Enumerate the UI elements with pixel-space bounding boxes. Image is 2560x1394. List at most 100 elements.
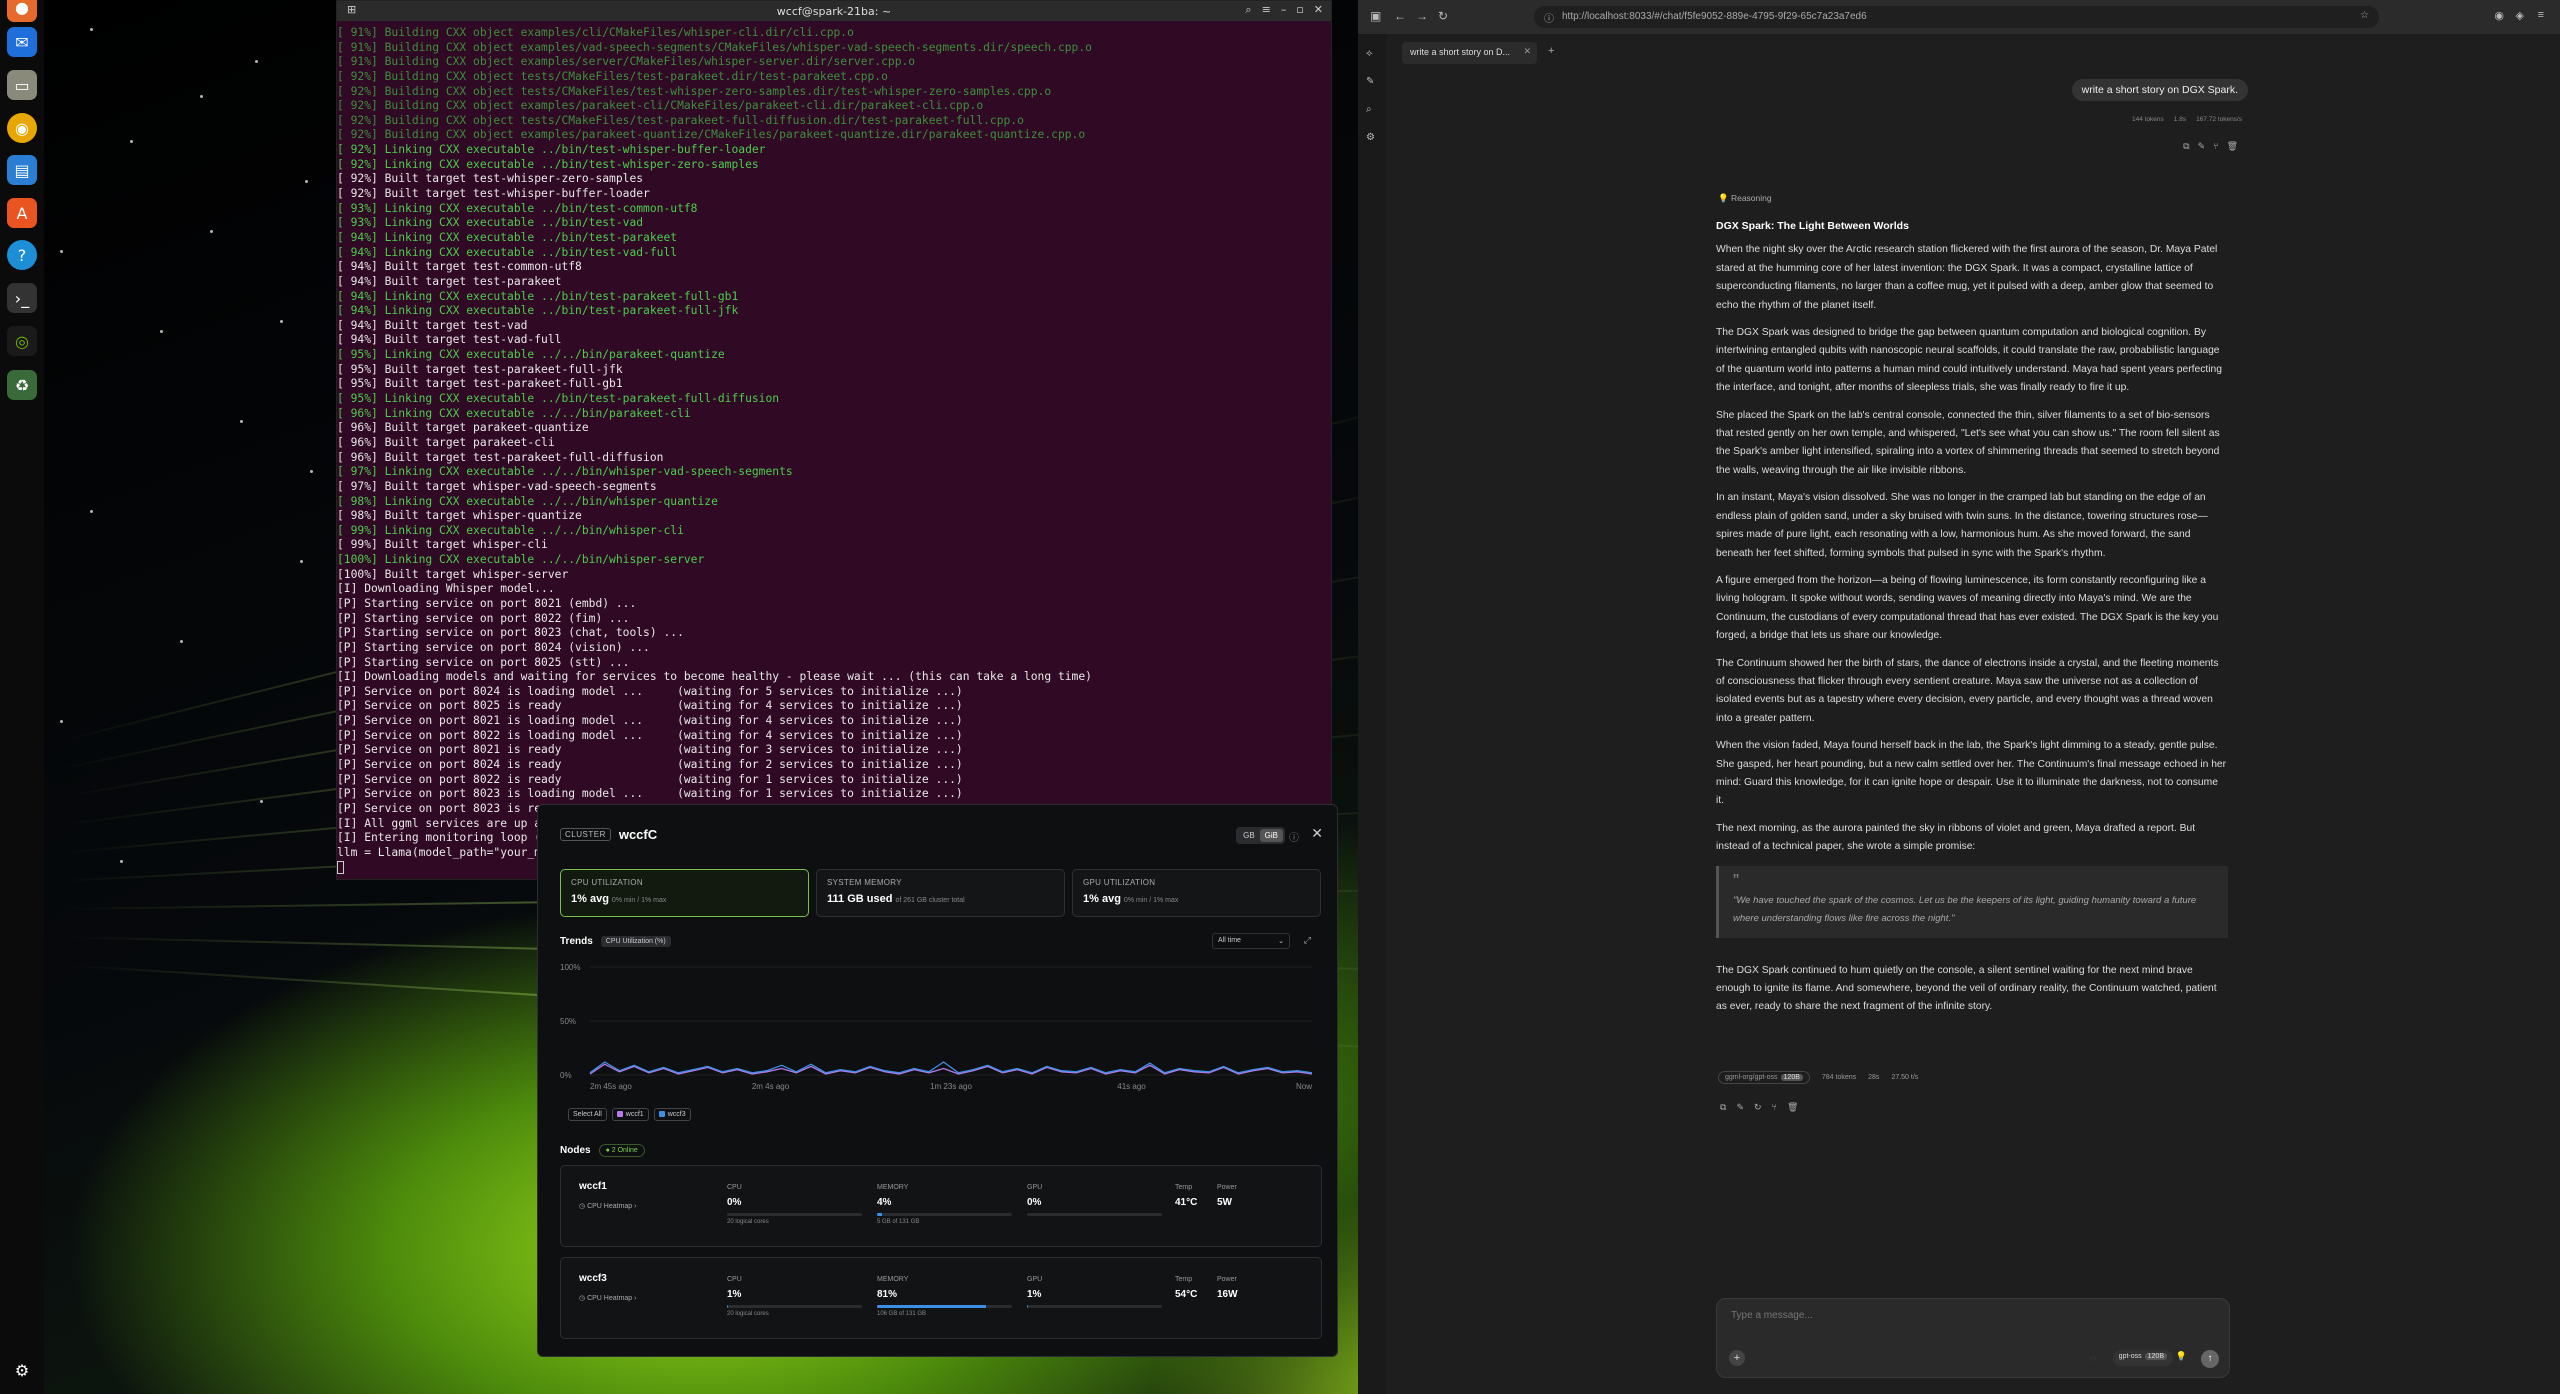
address-bar[interactable]: ⓘ http://localhost:8033/#/chat/f5fe9052-… — [1534, 6, 2379, 28]
minimize-icon[interactable]: – — [1281, 3, 1287, 17]
legend-label: wccf1 — [625, 1111, 644, 1118]
gpu-utilization-card[interactable]: GPU UTILIZATION 1% avg 0% min / 1% max — [1072, 869, 1321, 917]
app-center-icon[interactable]: A — [7, 198, 37, 228]
account-icon[interactable]: ◉ — [2494, 9, 2504, 22]
reasoning-icon[interactable]: 💡 — [2176, 1351, 2187, 1362]
send-button[interactable]: ↑ — [2201, 1350, 2219, 1368]
terminal-line: [ 94%] Linking CXX executable ../bin/tes… — [337, 289, 739, 303]
files-icon[interactable]: ▭ — [7, 70, 37, 100]
legend-item-wccf3[interactable]: wccf3 — [653, 1108, 691, 1121]
legend-item-wccf1[interactable]: wccf1 — [611, 1108, 649, 1121]
terminal-line: [P] Service on port 8022 is loading mode… — [337, 728, 963, 742]
terminal-line: [ 91%] Building CXX object examples/cli/… — [337, 26, 854, 39]
new-chat-icon[interactable]: ✎ — [1366, 76, 1374, 87]
maximize-icon[interactable]: ▫ — [1296, 3, 1303, 17]
thunderbird-icon[interactable]: ✉ — [7, 27, 37, 57]
assistant-message-actions: ⧉ ✎ ↻ ⑂ 🗑 — [1720, 1102, 1798, 1113]
show-apps-icon[interactable]: ⚙ — [7, 1355, 37, 1385]
reload-icon[interactable]: ↻ — [1438, 9, 1448, 23]
logo-icon[interactable]: ⟡ — [1366, 48, 1373, 59]
forward-icon[interactable]: → — [1416, 9, 1428, 23]
star — [300, 560, 303, 563]
site-info-icon[interactable]: ⓘ — [1544, 10, 1554, 25]
close-icon[interactable]: ✕ — [1311, 825, 1323, 842]
branch-icon[interactable]: ⑂ — [2213, 141, 2218, 152]
delete-icon[interactable]: 🗑 — [1787, 1102, 1798, 1113]
menu-icon[interactable]: ≡ — [1262, 3, 1271, 17]
terminal-line: [P] Service on port 8023 is loading mode… — [337, 787, 963, 801]
regenerate-icon[interactable]: ↻ — [1754, 1102, 1762, 1113]
new-tab-icon[interactable]: ⊞ — [347, 3, 356, 16]
cpu-label: CPU — [727, 1276, 742, 1283]
system-memory-card[interactable]: SYSTEM MEMORY 111 GB used of 261 GB clust… — [816, 869, 1065, 917]
close-tab-icon[interactable]: ✕ — [1523, 46, 1531, 57]
terminal-line: [ 94%] Built target test-common-utf8 — [337, 260, 582, 274]
cpu-heatmap-link[interactable]: ◷ CPU Heatmap › — [579, 1294, 636, 1302]
new-tab-icon[interactable]: + — [1548, 45, 1554, 57]
firefox-icon[interactable]: ● — [7, 0, 37, 22]
cpu-sub: 20 logical cores — [727, 1311, 769, 1317]
node-card-wccf3[interactable]: wccf3 ◷ CPU Heatmap › CPU 1% 20 logical core… — [560, 1257, 1322, 1339]
cluster-dashboard: CLUSTER wccfC GB GiB ⓘ ✕ CPU UTILIZATION… — [537, 804, 1338, 1357]
terminal-line: [ 96%] Linking CXX executable ../../bin/… — [337, 406, 691, 420]
cpu-heatmap-link[interactable]: ◷ CPU Heatmap › — [579, 1202, 636, 1210]
writer-icon[interactable]: ▤ — [7, 155, 37, 185]
story-quote: ” "We have touched the spark of the cosmo… — [1716, 865, 2228, 938]
terminal-icon[interactable]: ›_ — [7, 283, 37, 313]
star — [200, 95, 203, 98]
unit-gib[interactable]: GiB — [1259, 829, 1283, 842]
edit-icon[interactable]: ✎ — [1736, 1102, 1744, 1113]
sidebar-toggle-icon[interactable]: ▣ — [1370, 9, 1381, 23]
close-icon[interactable]: ✕ — [1314, 3, 1323, 17]
node-card-wccf1[interactable]: wccf1 ◷ CPU Heatmap › CPU 0% 20 logical core… — [560, 1165, 1322, 1247]
star — [60, 250, 63, 253]
terminal-window[interactable]: ⊞ wccf@spark-21ba: ~ ⌕ ≡ – ▫ ✕ [ 91%] Bu… — [336, 0, 1332, 880]
chevron-down-icon: ⌄ — [1278, 938, 1284, 945]
browser-menu-icon[interactable]: ≡ — [2538, 9, 2544, 21]
model-selector[interactable]: gpt-oss 120B — [2112, 1350, 2173, 1366]
delete-icon[interactable]: 🗑 — [2227, 141, 2238, 152]
cpu-utilization-card[interactable]: CPU UTILIZATION 1% avg 0% min / 1% max — [560, 869, 809, 917]
terminal-line: [P] Starting service on port 8022 (fim) … — [337, 611, 630, 625]
story-paragraph: She placed the Spark on the lab's centra… — [1716, 409, 2220, 476]
time-range-select[interactable]: All time ⌄ — [1212, 933, 1290, 949]
nvidia-icon[interactable]: ◎ — [7, 326, 37, 356]
message-input[interactable] — [1731, 1310, 2211, 1321]
card-title: SYSTEM MEMORY — [827, 878, 902, 887]
terminal-line: [ 99%] Built target whisper-cli — [337, 538, 548, 552]
copy-icon[interactable]: ⧉ — [2183, 141, 2189, 152]
terminal-line: [ 92%] Linking CXX executable ../bin/tes… — [337, 157, 759, 171]
user-message-actions: ⧉ ✎ ⑂ 🗑 — [2183, 141, 2238, 152]
search-icon[interactable]: ⌕ — [1245, 3, 1251, 17]
edit-icon[interactable]: ✎ — [2198, 141, 2206, 152]
bookmark-icon[interactable]: ☆ — [2360, 10, 2369, 21]
cpu-value: 1% — [727, 1289, 742, 1300]
model-tag: 120B — [2144, 1353, 2167, 1360]
terminal-output[interactable]: [ 91%] Building CXX object examples/cli/… — [337, 21, 1331, 879]
copy-icon[interactable]: ⧉ — [1720, 1102, 1726, 1113]
trends-title: Trends — [560, 936, 593, 947]
unit-gb[interactable]: GB — [1238, 829, 1260, 842]
info-icon[interactable]: ⓘ — [1289, 829, 1299, 844]
terminal-titlebar[interactable]: ⊞ wccf@spark-21ba: ~ ⌕ ≡ – ▫ ✕ — [337, 1, 1331, 21]
select-all-button[interactable]: Select All — [568, 1108, 607, 1121]
reasoning-toggle[interactable]: 💡 Reasoning — [1718, 193, 1772, 204]
unit-toggle[interactable]: GB GiB — [1236, 827, 1285, 844]
terminal-line: [I] Downloading models and waiting for s… — [337, 670, 1092, 684]
attach-button[interactable]: + — [1729, 1350, 1745, 1366]
nodes-online-text: 2 Online — [611, 1147, 638, 1154]
terminal-line: [ 92%] Building CXX object tests/CMakeFi… — [337, 84, 1052, 98]
chat-tab[interactable]: write a short story on D... ✕ — [1402, 42, 1537, 64]
back-icon[interactable]: ← — [1394, 9, 1406, 23]
trash-icon[interactable]: ♻ — [7, 370, 37, 400]
extensions-icon[interactable]: ◈ — [2516, 9, 2524, 22]
terminal-line: [ 97%] Built target whisper-vad-speech-s… — [337, 479, 657, 493]
settings-icon[interactable]: ⚙ — [1366, 132, 1375, 143]
story-paragraph: In an instant, Maya's vision dissolved. … — [1716, 492, 2208, 559]
search-icon[interactable]: ⌕ — [1366, 104, 1372, 115]
user-message-meta: 144 tokens 1.8s 167.72 tokens/s — [2132, 116, 2242, 123]
branch-icon[interactable]: ⑂ — [1772, 1102, 1777, 1113]
rhythmbox-icon[interactable]: ◉ — [7, 113, 37, 143]
expand-icon[interactable]: ⤢ — [1304, 935, 1311, 946]
help-icon[interactable]: ? — [7, 240, 37, 270]
